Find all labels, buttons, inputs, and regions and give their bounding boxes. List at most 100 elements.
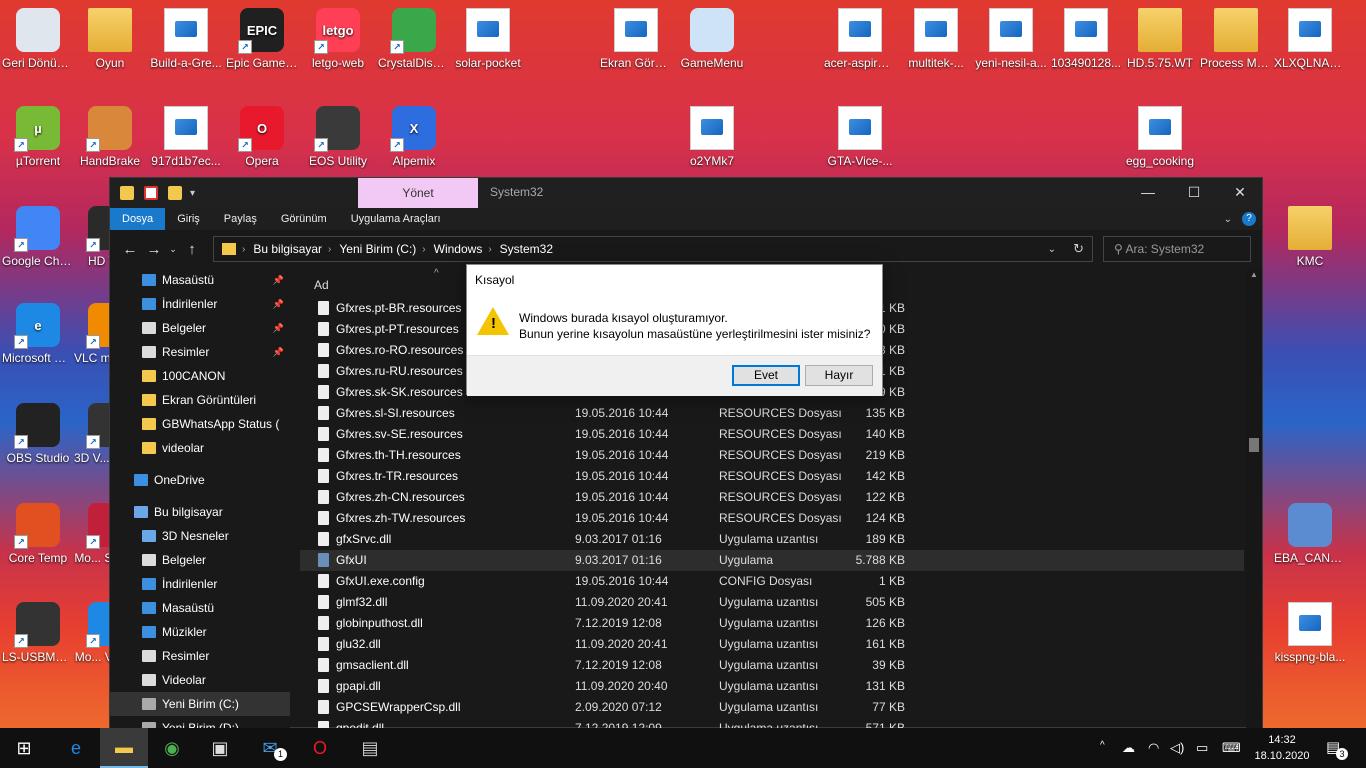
desktop-icon-item[interactable]: e Microsoft Edge [0,297,76,366]
breadcrumb-windows[interactable]: Windows [434,242,483,256]
desktop-icon-item[interactable]: Ekran Görüntü... [598,2,674,71]
chevron-right-icon[interactable]: › [328,244,331,255]
file-row[interactable]: Gfxres.tr-TR.resources 19.05.2016 10:44 RE… [300,466,1244,487]
desktop-icon-item[interactable]: multitek-... [898,2,974,71]
file-explorer-window[interactable]: ▾ Yönet System32 — ☐ ✕ Dosya Giriş Payla… [109,177,1263,729]
desktop-icon-item[interactable]: KMC [1272,200,1348,269]
battery-icon[interactable]: ▭ [1196,740,1208,756]
desktop-icon-item[interactable]: solar-pocket [450,2,526,71]
file-row[interactable]: gpapi.dll 11.09.2020 20:40 Uygulama uzantı… [300,676,1244,697]
refresh-icon[interactable]: ↻ [1073,241,1084,257]
nav-item[interactable]: 3D Nesneler [110,524,290,548]
recent-locations-icon[interactable]: ⌄ [166,244,180,255]
nav-item[interactable]: videolar [110,436,290,460]
nav-item[interactable]: Masaüstü [110,596,290,620]
tab-share[interactable]: Paylaş [212,208,269,230]
pin-icon[interactable]: 📌 [273,316,284,340]
file-row[interactable]: Gfxres.th-TH.resources 19.05.2016 10:44 RE… [300,445,1244,466]
store-taskbar-icon[interactable]: ▣ [196,728,244,768]
nav-item[interactable]: Ekran Görüntüleri [110,388,290,412]
desktop-icon-item[interactable]: HD.5.75.WT [1122,2,1198,71]
desktop-icon-item[interactable]: XLXQLNAK... [1272,2,1348,71]
desktop-icon-item[interactable]: 103490128... [1048,2,1124,71]
desktop-icon-item[interactable]: LS-USBMX1 2 3 Steerin... [0,596,76,665]
desktop-icon-item[interactable]: OBS Studio [0,397,76,466]
tab-home[interactable]: Giriş [165,208,212,230]
desktop-icon-item[interactable]: kisspng-bla... [1272,596,1348,665]
file-row[interactable]: Gfxres.zh-TW.resources 19.05.2016 10:44 RE… [300,508,1244,529]
app-taskbar-icon[interactable]: ▤ [346,728,394,768]
nav-item[interactable]: GBWhatsApp Status ( [110,412,290,436]
new-folder-icon[interactable] [168,186,182,200]
desktop-icon-item[interactable]: Build-a-Gre... [148,2,224,71]
desktop-icon-item[interactable]: HandBrake [72,100,148,169]
chrome-taskbar-icon[interactable]: ◉ [148,728,196,768]
nav-item[interactable]: Belgeler [110,548,290,572]
nav-item[interactable]: Müzikler [110,620,290,644]
up-icon[interactable]: ↑ [180,241,204,258]
pin-icon[interactable]: 📌 [273,268,284,292]
opera-taskbar-icon[interactable]: O [296,728,344,768]
keyboard-icon[interactable]: ⌨ [1222,740,1241,756]
desktop-icon-item[interactable]: µ µTorrent [0,100,76,169]
desktop-icon-item[interactable]: EOS Utility [300,100,376,169]
nav-item[interactable]: Belgeler 📌 [110,316,290,340]
search-box[interactable]: ⚲ Ara: System32 [1103,236,1251,262]
onedrive-tray-icon[interactable]: ☁ [1122,740,1135,756]
tab-view[interactable]: Görünüm [269,208,339,230]
maximize-button[interactable]: ☐ [1171,178,1217,206]
file-row[interactable]: Gfxres.sl-SI.resources 19.05.2016 10:44 RE… [300,403,1244,424]
properties-icon[interactable] [144,186,158,200]
help-icon[interactable]: ? [1242,212,1256,226]
minimize-button[interactable]: — [1125,178,1171,206]
nav-item[interactable]: Yeni Birim (C:) [110,692,290,716]
address-bar[interactable]: › Bu bilgisayar › Yeni Birim (C:) › Wind… [213,236,1093,262]
address-dropdown-icon[interactable]: ⌄ [1048,244,1056,255]
clock[interactable]: 14:32 18.10.2020 [1254,732,1310,764]
start-button[interactable]: ⊞ [0,728,48,768]
edge-taskbar-icon[interactable]: e [52,728,100,768]
close-button[interactable]: ✕ [1217,178,1263,206]
desktop-icon-item[interactable]: Core Temp [0,497,76,566]
tab-file[interactable]: Dosya [110,208,166,230]
desktop-icon-item[interactable]: GTA-Vice-... [822,100,898,169]
yes-button[interactable]: Evet [732,365,800,386]
back-icon[interactable]: ← [118,241,142,258]
file-row[interactable]: gfxSrvc.dll 9.03.2017 01:16 Uygulama uzant… [300,529,1244,550]
desktop-icon-item[interactable]: Oyun [72,2,148,71]
desktop-icon-item[interactable]: yeni-nesil-a... [973,2,1049,71]
chevron-right-icon[interactable]: › [422,244,425,255]
desktop-icon-item[interactable]: 917d1b7ec... [148,100,224,169]
nav-item[interactable]: İndirilenler 📌 [110,292,290,316]
show-hidden-icons[interactable]: ^ [1100,740,1105,751]
desktop-icon-item[interactable]: EBA_CANL... [1272,497,1348,566]
nav-item[interactable]: İndirilenler [110,572,290,596]
column-header-name[interactable]: Ad [314,278,329,292]
tab-application-tools[interactable]: Uygulama Araçları [339,208,453,230]
desktop-icon-item[interactable]: o2YMk7 [674,100,750,169]
desktop-icon-item[interactable]: Geri Dönüşü... [0,2,76,71]
file-row[interactable]: GPCSEWrapperCsp.dll 2.09.2020 07:12 Uygula… [300,697,1244,718]
breadcrumb-system32[interactable]: System32 [500,242,553,256]
pin-icon[interactable]: 📌 [273,292,284,316]
nav-item[interactable]: Resimler [110,644,290,668]
forward-icon[interactable]: → [142,241,166,258]
file-row[interactable]: globinputhost.dll 7.12.2019 12:08 Uygulama… [300,613,1244,634]
pin-icon[interactable]: 📌 [273,340,284,364]
nav-item[interactable]: 100CANON [110,364,290,388]
scroll-up-icon[interactable]: ▲ [1246,270,1262,279]
vertical-scrollbar[interactable]: ▲ [1246,268,1262,729]
file-row[interactable]: gmsaclient.dll 7.12.2019 12:08 Uygulama uz… [300,655,1244,676]
nav-item[interactable]: OneDrive [110,468,290,492]
desktop-icon-item[interactable]: letgo letgo-web [300,2,376,71]
explorer-taskbar-icon[interactable]: ▬ [100,728,148,768]
file-row[interactable]: Gfxres.sv-SE.resources 19.05.2016 10:44 RE… [300,424,1244,445]
wifi-icon[interactable]: ◠ [1148,740,1159,756]
chevron-right-icon[interactable]: › [488,244,491,255]
desktop-icon-item[interactable]: O Opera [224,100,300,169]
volume-icon[interactable]: ◁) [1170,740,1184,756]
customize-toolbar-icon[interactable]: ▾ [190,188,195,199]
title-bar[interactable]: ▾ Yönet System32 — ☐ ✕ [110,178,1262,208]
desktop-icon-item[interactable]: CrystalDisk... 7 [376,2,452,71]
nav-item[interactable]: Videolar [110,668,290,692]
